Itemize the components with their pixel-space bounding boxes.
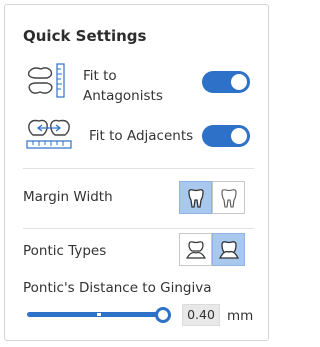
quick-settings-panel: Quick Settings Fit to Antagonists Fit to… xyxy=(4,4,269,341)
pontic-distance-unit: mm xyxy=(227,308,254,324)
panel-title: Quick Settings xyxy=(23,27,147,45)
margin-width-label: Margin Width xyxy=(23,189,113,205)
fit-to-adjacents-label: Fit to Adjacents xyxy=(89,128,194,144)
slider-tick xyxy=(97,313,101,316)
section-divider xyxy=(23,228,254,229)
narrow-margin-option[interactable] xyxy=(212,181,245,214)
fit-to-antagonists-label: Fit to Antagonists xyxy=(83,68,163,104)
pontic-distance-slider-thumb[interactable] xyxy=(155,307,171,323)
section-divider xyxy=(23,168,254,169)
antagonists-ruler-icon xyxy=(23,62,71,100)
pontic-distance-value-field[interactable]: 0.40 xyxy=(182,304,220,326)
pontic-types-label: Pontic Types xyxy=(23,243,107,259)
wide-margin-option[interactable] xyxy=(179,181,212,214)
adjacents-ruler-icon xyxy=(25,117,73,151)
narrow-margin-tooth-icon xyxy=(220,188,237,208)
pontic-distance-slider[interactable] xyxy=(27,312,163,317)
pontic-type-1-option[interactable] xyxy=(179,233,212,266)
pontic-type-2-option[interactable] xyxy=(212,233,245,266)
fit-to-adjacents-toggle[interactable] xyxy=(202,125,250,147)
toggle-knob xyxy=(231,74,247,90)
pontic-distance-label: Pontic's Distance to Gingiva xyxy=(23,280,212,296)
fit-to-antagonists-toggle[interactable] xyxy=(202,71,250,93)
pontic-type-2-icon xyxy=(218,240,239,259)
pontic-type-1-icon xyxy=(185,240,206,259)
toggle-knob xyxy=(231,128,247,144)
wide-margin-tooth-icon xyxy=(187,188,204,208)
